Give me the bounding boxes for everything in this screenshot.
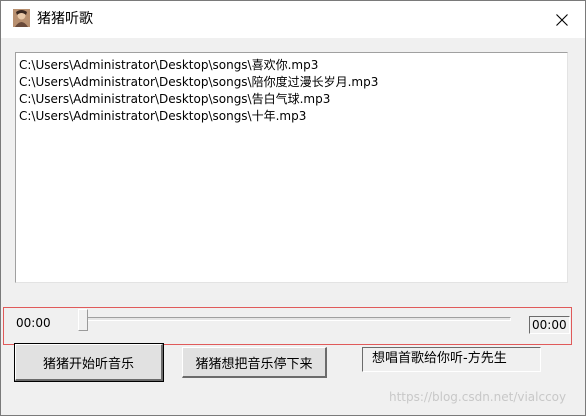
now-playing-status: 想唱首歌给你听-方先生 (362, 347, 541, 372)
progress-slider-thumb[interactable] (78, 309, 88, 331)
progress-slider-track[interactable] (78, 317, 511, 321)
playlist-item[interactable]: C:\Users\Administrator\Desktop\songs\喜欢你… (19, 57, 564, 74)
close-icon (556, 13, 568, 26)
start-music-button[interactable]: 猪猪开始听音乐 (14, 343, 164, 382)
watermark-text: https://blog.csdn.net/vialccoy (389, 390, 567, 404)
playlist-item[interactable]: C:\Users\Administrator\Desktop\songs\十年.… (19, 108, 564, 125)
total-time-display: 00:00 (529, 316, 570, 334)
close-button[interactable] (539, 1, 585, 38)
playlist-item[interactable]: C:\Users\Administrator\Desktop\songs\告白气… (19, 91, 564, 108)
app-window: 猪猪听歌 C:\Users\Administrator\Desktop\song… (0, 0, 586, 416)
current-time-label: 00:00 (16, 316, 51, 330)
window-title: 猪猪听歌 (37, 11, 93, 27)
player-highlight-frame (3, 307, 572, 345)
title-bar[interactable]: 猪猪听歌 (1, 1, 585, 38)
stop-music-button[interactable]: 猪猪想把音乐停下来 (182, 347, 327, 378)
app-icon (13, 9, 30, 27)
playlist-listbox[interactable]: C:\Users\Administrator\Desktop\songs\喜欢你… (15, 52, 568, 283)
playlist-item[interactable]: C:\Users\Administrator\Desktop\songs\陪你度… (19, 74, 564, 91)
